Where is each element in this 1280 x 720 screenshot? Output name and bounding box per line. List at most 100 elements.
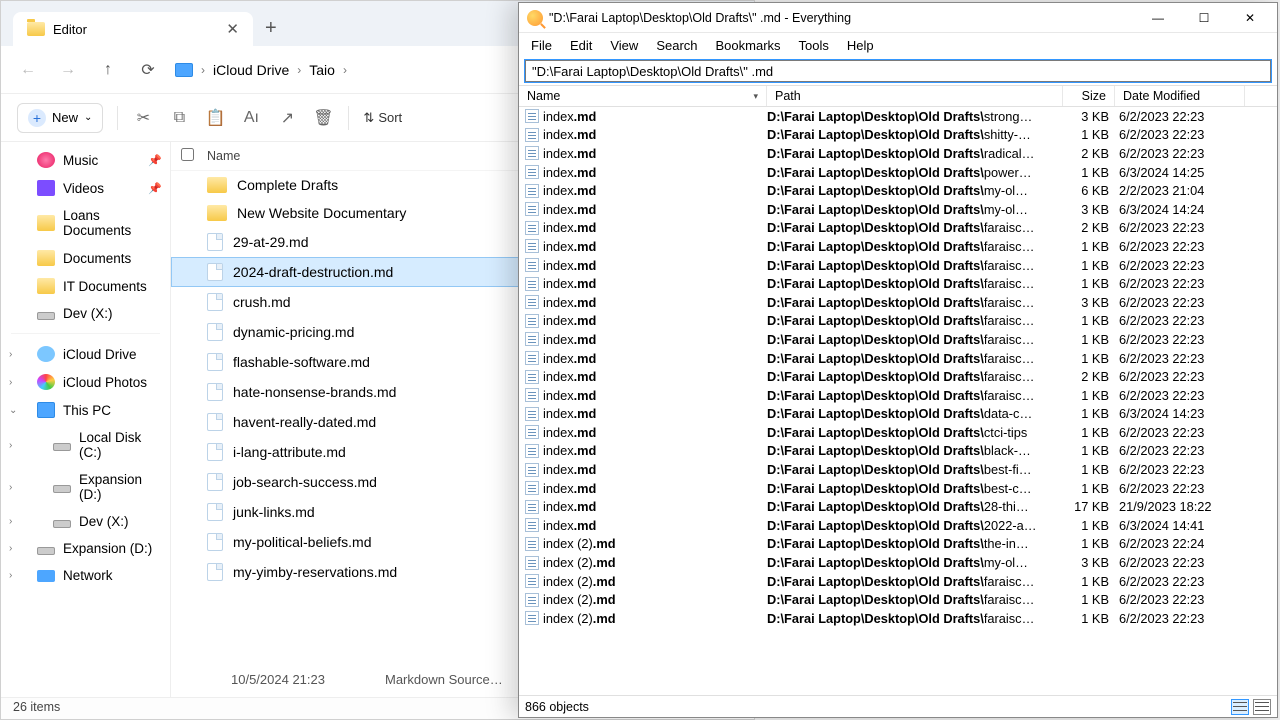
result-row[interactable]: index.md D:\Farai Laptop\Desktop\Old Dra…: [519, 144, 1277, 163]
sort-button[interactable]: ⇅ Sort: [363, 110, 402, 126]
sidebar-item[interactable]: › Network: [1, 562, 170, 589]
col-date-header[interactable]: Date Modified: [1115, 86, 1245, 106]
sidebar-item[interactable]: Documents: [1, 244, 170, 272]
menu-help[interactable]: Help: [839, 36, 882, 55]
expand-icon[interactable]: ›: [9, 377, 12, 388]
sidebar-item[interactable]: › iCloud Photos: [1, 368, 170, 396]
result-row[interactable]: index.md D:\Farai Laptop\Desktop\Old Dra…: [519, 460, 1277, 479]
new-button[interactable]: + New ⌄: [17, 103, 103, 133]
expand-icon[interactable]: ›: [9, 482, 12, 493]
sidebar-item[interactable]: › iCloud Drive: [1, 340, 170, 368]
result-row[interactable]: index.md D:\Farai Laptop\Desktop\Old Dra…: [519, 293, 1277, 312]
result-size: 1 KB: [1063, 258, 1115, 273]
explorer-tab-active[interactable]: Editor ✕: [13, 12, 253, 46]
sidebar-item[interactable]: Loans Documents: [1, 202, 170, 244]
result-row[interactable]: index.md D:\Farai Laptop\Desktop\Old Dra…: [519, 163, 1277, 182]
sidebar-item[interactable]: › Expansion (D:): [1, 466, 170, 508]
sidebar-item[interactable]: ⌄ This PC: [1, 396, 170, 424]
menu-view[interactable]: View: [602, 36, 646, 55]
result-row[interactable]: index.md D:\Farai Laptop\Desktop\Old Dra…: [519, 181, 1277, 200]
chevron-right-icon[interactable]: ›: [295, 63, 303, 77]
paste-button[interactable]: 📋: [204, 107, 226, 129]
maximize-button[interactable]: ☐: [1181, 4, 1227, 32]
chevron-right-icon[interactable]: ›: [199, 63, 207, 77]
view-details-button[interactable]: [1231, 699, 1249, 715]
result-row[interactable]: index (2).md D:\Farai Laptop\Desktop\Old…: [519, 590, 1277, 609]
sidebar-item[interactable]: Music 📌: [1, 146, 170, 174]
result-row[interactable]: index.md D:\Farai Laptop\Desktop\Old Dra…: [519, 497, 1277, 516]
result-name: index.md: [543, 239, 596, 254]
result-row[interactable]: index (2).md D:\Farai Laptop\Desktop\Old…: [519, 572, 1277, 591]
copy-button[interactable]: ⧉: [168, 107, 190, 129]
result-date: 6/2/2023 22:23: [1115, 109, 1245, 124]
col-path-header[interactable]: Path: [767, 86, 1063, 106]
chevron-right-icon[interactable]: ›: [341, 63, 349, 77]
result-row[interactable]: index.md D:\Farai Laptop\Desktop\Old Dra…: [519, 479, 1277, 498]
result-row[interactable]: index.md D:\Farai Laptop\Desktop\Old Dra…: [519, 126, 1277, 145]
result-name: index (2).md: [543, 574, 616, 589]
nav-back-button[interactable]: ←: [11, 53, 45, 87]
nav-refresh-button[interactable]: ⟳: [131, 53, 165, 87]
sidebar-item[interactable]: IT Documents: [1, 272, 170, 300]
search-input[interactable]: [525, 60, 1271, 82]
pin-icon: 📌: [148, 154, 162, 167]
nav-up-button[interactable]: ↑: [91, 53, 125, 87]
menu-tools[interactable]: Tools: [791, 36, 837, 55]
result-row[interactable]: index.md D:\Farai Laptop\Desktop\Old Dra…: [519, 219, 1277, 238]
sidebar-item[interactable]: Dev (X:): [1, 300, 170, 327]
menu-file[interactable]: File: [523, 36, 560, 55]
new-tab-button[interactable]: +: [265, 17, 277, 46]
sidebar-item[interactable]: › Expansion (D:): [1, 535, 170, 562]
result-row[interactable]: index (2).md D:\Farai Laptop\Desktop\Old…: [519, 535, 1277, 554]
result-row[interactable]: index.md D:\Farai Laptop\Desktop\Old Dra…: [519, 107, 1277, 126]
menu-bookmarks[interactable]: Bookmarks: [708, 36, 789, 55]
result-row[interactable]: index.md D:\Farai Laptop\Desktop\Old Dra…: [519, 256, 1277, 275]
sidebar-item[interactable]: › Dev (X:): [1, 508, 170, 535]
tab-close-button[interactable]: ✕: [226, 20, 239, 38]
ic-net-icon: [37, 570, 55, 582]
result-row[interactable]: index.md D:\Farai Laptop\Desktop\Old Dra…: [519, 442, 1277, 461]
sidebar-item[interactable]: Videos 📌: [1, 174, 170, 202]
sidebar-item[interactable]: › Local Disk (C:): [1, 424, 170, 466]
expand-icon[interactable]: ⌄: [9, 405, 17, 416]
result-row[interactable]: index.md D:\Farai Laptop\Desktop\Old Dra…: [519, 330, 1277, 349]
result-row[interactable]: index.md D:\Farai Laptop\Desktop\Old Dra…: [519, 349, 1277, 368]
result-row[interactable]: index.md D:\Farai Laptop\Desktop\Old Dra…: [519, 386, 1277, 405]
menu-edit[interactable]: Edit: [562, 36, 600, 55]
breadcrumb-item[interactable]: iCloud Drive: [207, 58, 295, 82]
everything-titlebar[interactable]: "D:\Farai Laptop\Desktop\Old Drafts\" .m…: [519, 3, 1277, 33]
result-row[interactable]: index.md D:\Farai Laptop\Desktop\Old Dra…: [519, 200, 1277, 219]
nav-forward-button[interactable]: →: [51, 53, 85, 87]
result-row[interactable]: index.md D:\Farai Laptop\Desktop\Old Dra…: [519, 367, 1277, 386]
cut-button[interactable]: ✂: [132, 107, 154, 129]
select-all-checkbox[interactable]: [181, 148, 194, 161]
result-row[interactable]: index.md D:\Farai Laptop\Desktop\Old Dra…: [519, 423, 1277, 442]
rename-button[interactable]: Aı: [240, 107, 262, 129]
breadcrumb-item[interactable]: Taio: [303, 58, 341, 82]
result-row[interactable]: index.md D:\Farai Laptop\Desktop\Old Dra…: [519, 274, 1277, 293]
result-date: 6/2/2023 22:23: [1115, 146, 1245, 161]
result-row[interactable]: index (2).md D:\Farai Laptop\Desktop\Old…: [519, 609, 1277, 628]
result-row[interactable]: index.md D:\Farai Laptop\Desktop\Old Dra…: [519, 237, 1277, 256]
share-button[interactable]: ↗: [276, 107, 298, 129]
everything-result-list[interactable]: index.md D:\Farai Laptop\Desktop\Old Dra…: [519, 107, 1277, 695]
col-size-header[interactable]: Size: [1063, 86, 1115, 106]
result-row[interactable]: index (2).md D:\Farai Laptop\Desktop\Old…: [519, 553, 1277, 572]
expand-icon[interactable]: ›: [9, 543, 12, 554]
breadcrumb-bar[interactable]: › iCloud Drive › Taio ›: [171, 58, 353, 82]
result-row[interactable]: index.md D:\Farai Laptop\Desktop\Old Dra…: [519, 405, 1277, 424]
expand-icon[interactable]: ›: [9, 570, 12, 581]
minimize-button[interactable]: ―: [1135, 4, 1181, 32]
menu-search[interactable]: Search: [648, 36, 705, 55]
col-name-header[interactable]: Name ▾: [519, 86, 767, 106]
delete-button[interactable]: 🗑: [312, 107, 334, 129]
view-list-button[interactable]: [1253, 699, 1271, 715]
result-row[interactable]: index.md D:\Farai Laptop\Desktop\Old Dra…: [519, 516, 1277, 535]
expand-icon[interactable]: ›: [9, 349, 12, 360]
expand-icon[interactable]: ›: [9, 440, 12, 451]
ic-photos-icon: [37, 374, 55, 390]
result-name: index (2).md: [543, 555, 616, 570]
expand-icon[interactable]: ›: [9, 516, 12, 527]
close-button[interactable]: ✕: [1227, 4, 1273, 32]
result-row[interactable]: index.md D:\Farai Laptop\Desktop\Old Dra…: [519, 312, 1277, 331]
